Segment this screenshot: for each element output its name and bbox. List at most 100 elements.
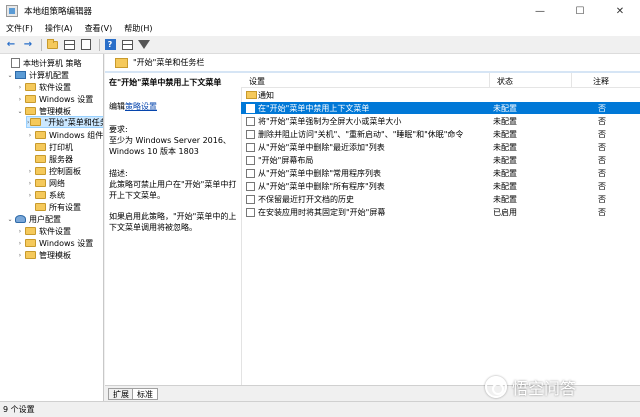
setting-state: 未配置 [493, 155, 517, 165]
tree-twisty[interactable]: › [16, 240, 24, 247]
setting-name: 从"开始"菜单中删除"所有程序"列表 [258, 181, 385, 191]
forward-arrow-icon[interactable]: → [21, 38, 35, 52]
table-row[interactable]: "开始"屏幕布局 未配置 否 [241, 154, 640, 166]
table-row[interactable]: 将"开始"菜单强制为全屏大小或菜单大小 未配置 否 [241, 115, 640, 127]
tree-twisty[interactable]: ⌄ [16, 108, 24, 115]
tree-node-all-settings[interactable]: 所有设置 [26, 201, 81, 213]
table-row[interactable]: 不保留最近打开文档的历史 未配置 否 [241, 193, 640, 205]
pane-header: "开始"菜单和任务栏 [105, 54, 640, 71]
table-row[interactable]: 从"开始"菜单中删除"所有程序"列表 未配置 否 [241, 180, 640, 192]
tree-node-label: Windows 设置 [39, 238, 94, 248]
menu-view[interactable]: 查看(V) [79, 22, 119, 36]
column-header-note[interactable]: 注释 [593, 76, 609, 87]
filter-icon[interactable] [137, 38, 151, 52]
title-bar: 本地组策略编辑器 — ☐ ✕ [0, 0, 640, 22]
back-arrow-icon[interactable]: ← [4, 38, 18, 52]
tab-extended[interactable]: 扩展 [108, 388, 134, 400]
tree-twisty[interactable]: › [26, 180, 34, 187]
user-icon [15, 215, 26, 223]
folder-icon [25, 83, 36, 91]
list-item-folder[interactable]: 通知 [241, 89, 640, 101]
tab-standard[interactable]: 标准 [132, 388, 158, 400]
tree-node-label: 服务器 [49, 154, 73, 164]
setting-note: 否 [598, 207, 606, 217]
properties-icon[interactable] [120, 38, 134, 52]
folder-icon [35, 143, 46, 151]
tree-twisty[interactable]: › [26, 192, 34, 199]
tree-twisty[interactable]: › [26, 168, 34, 175]
menu-action[interactable]: 操作(A) [39, 22, 79, 36]
tree-node-windows-settings[interactable]: › Windows 设置 [16, 93, 93, 105]
folder-icon [25, 227, 36, 235]
tree-node-user-software-settings[interactable]: › 软件设置 [16, 225, 71, 237]
tree-node-user-admin-templates[interactable]: › 管理模板 [16, 249, 71, 261]
tree-twisty[interactable]: › [27, 119, 29, 126]
setting-note: 否 [598, 194, 606, 204]
tree-node-user-windows-settings[interactable]: › Windows 设置 [16, 237, 93, 249]
tree-node-network[interactable]: › 网络 [26, 177, 65, 189]
tree-node-server[interactable]: 服务器 [26, 153, 73, 165]
tree-twisty[interactable]: › [16, 84, 24, 91]
column-header-setting[interactable]: 设置 [249, 76, 265, 87]
column-header-state[interactable]: 状态 [497, 76, 513, 87]
tree-node-system[interactable]: › 系统 [26, 189, 65, 201]
tree-node-local-policy[interactable]: 本地计算机 策略 [2, 57, 82, 69]
tree-node-user-config[interactable]: ⌄ 用户配置 [6, 213, 61, 225]
tree-node-computer-config[interactable]: ⌄ 计算机配置 [6, 69, 69, 81]
tree-twisty[interactable]: › [26, 132, 34, 139]
tree-twisty[interactable]: ⌄ [6, 216, 14, 223]
tree-node-label: 用户配置 [29, 214, 61, 224]
tree-node-label: 系统 [49, 190, 65, 200]
tree-node-label: 打印机 [49, 142, 73, 152]
watermark-text: 悟空问答 [512, 379, 577, 398]
setting-note: 否 [598, 116, 606, 126]
table-row[interactable]: 删除并阻止访问"关机"、"重新启动"、"睡眠"和"休眠"命令 未配置 否 [241, 128, 640, 140]
policy-setting-icon [246, 155, 255, 165]
tree-twisty[interactable]: › [16, 252, 24, 259]
toolbar-divider [99, 38, 100, 51]
tree-twisty[interactable]: › [16, 96, 24, 103]
setting-name: 在安装应用时将其固定到"开始"屏幕 [258, 207, 386, 217]
menu-file[interactable]: 文件(F) [0, 22, 39, 36]
edit-policy-link[interactable]: 策略设置 [125, 102, 157, 111]
show-hide-tree-icon[interactable] [62, 38, 76, 52]
export-list-icon[interactable] [79, 38, 93, 52]
setting-note: 否 [598, 142, 606, 152]
close-button[interactable]: ✕ [600, 0, 640, 22]
folder-icon [25, 251, 36, 259]
folder-icon [35, 179, 46, 187]
tree-node-control-panel[interactable]: › 控制面板 [26, 165, 81, 177]
setting-name: 在"开始"菜单中禁用上下文菜单 [258, 103, 370, 113]
maximize-button[interactable]: ☐ [560, 0, 600, 22]
help-icon[interactable]: ? [103, 38, 117, 52]
tree-node-label: 软件设置 [39, 226, 71, 236]
tree-node-printers[interactable]: 打印机 [26, 141, 73, 153]
menu-help[interactable]: 帮助(H) [118, 22, 158, 36]
setting-note: 否 [598, 129, 606, 139]
table-row[interactable]: 从"开始"菜单中删除"最近添加"列表 未配置 否 [241, 141, 640, 153]
edit-prefix: 编辑 [109, 102, 125, 111]
tree-node-label: 计算机配置 [29, 70, 69, 80]
navigation-tree[interactable]: 本地计算机 策略 ⌄ 计算机配置 › 软件设置 › Windows 设置 ⌄ 管… [0, 54, 104, 401]
tree-twisty[interactable]: › [16, 228, 24, 235]
tree-node-software-settings[interactable]: › 软件设置 [16, 81, 71, 93]
tree-node-windows-components[interactable]: › Windows 组件 [26, 129, 103, 141]
column-divider[interactable] [571, 73, 572, 88]
folder-icon [30, 118, 42, 126]
setting-name: 从"开始"菜单中删除"常用程序列表 [258, 168, 382, 178]
requirements-text: 至少为 Windows Server 2016、Windows 10 版本 18… [109, 136, 231, 156]
column-divider[interactable] [489, 73, 490, 88]
minimize-button[interactable]: — [520, 0, 560, 22]
tree-node-label: 网络 [49, 178, 65, 188]
table-row[interactable]: 从"开始"菜单中删除"常用程序列表 未配置 否 [241, 167, 640, 179]
tree-node-start-menu-taskbar[interactable]: › "开始"菜单和任务栏 [26, 116, 103, 128]
setting-name: "开始"屏幕布局 [258, 155, 314, 165]
table-row[interactable]: 在"开始"菜单中禁用上下文菜单 未配置 否 [241, 102, 640, 114]
app-icon [6, 5, 18, 17]
status-text: 9 个设置 [3, 405, 35, 414]
policy-setting-icon [246, 181, 255, 191]
tree-node-label: Windows 组件 [49, 130, 104, 140]
up-folder-icon[interactable] [45, 38, 59, 52]
table-row[interactable]: 在安装应用时将其固定到"开始"屏幕 已启用 否 [241, 206, 640, 218]
tree-twisty[interactable]: ⌄ [6, 72, 14, 79]
